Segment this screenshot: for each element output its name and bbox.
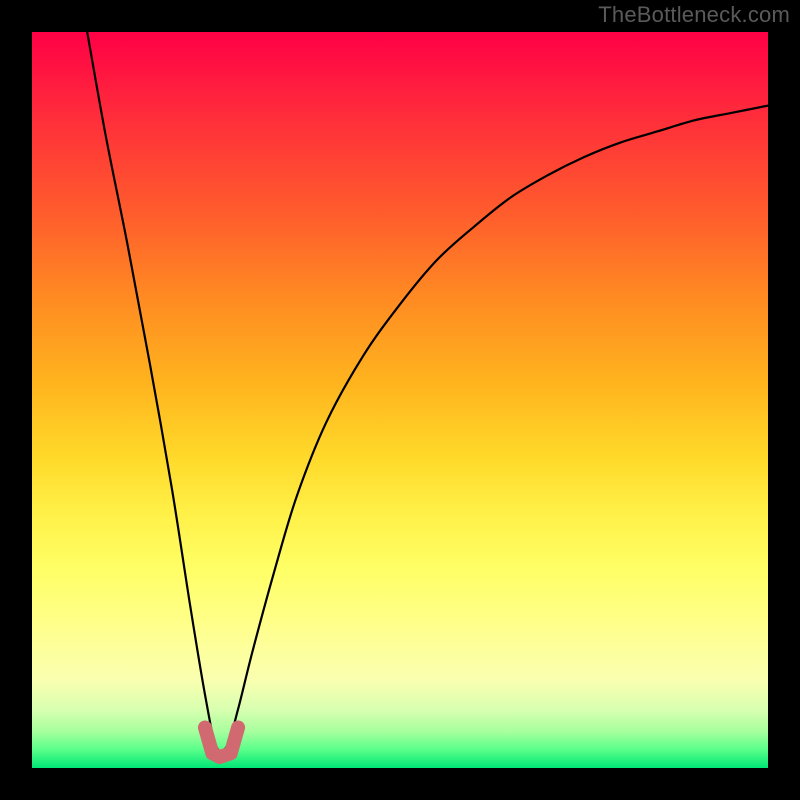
gradient-background (32, 32, 768, 768)
attribution-text: TheBottleneck.com (598, 2, 790, 28)
chart-frame: TheBottleneck.com (0, 0, 800, 800)
bottleneck-plot (32, 32, 768, 768)
